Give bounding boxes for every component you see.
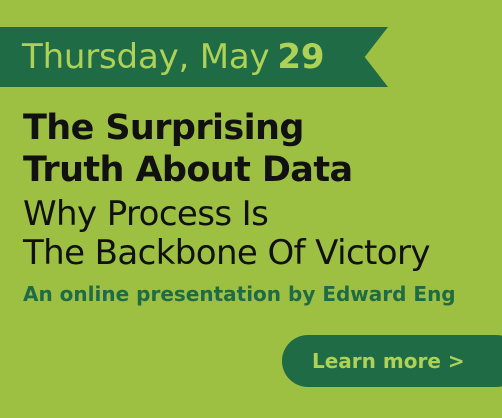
subtitle: Why Process Is The Backbone Of Victory	[23, 195, 430, 273]
date-number: 29	[277, 37, 325, 77]
byline: An online presentation by Edward Eng	[23, 282, 456, 306]
date-day-text: Thursday, May	[22, 37, 270, 77]
headline-line-1: The Surprising	[23, 108, 304, 148]
headline-line-2: Truth About Data	[23, 150, 353, 190]
subtitle-line-1: Why Process Is	[23, 194, 269, 234]
headline: The Surprising Truth About Data	[23, 107, 353, 191]
learn-more-button[interactable]: Learn more >	[282, 335, 502, 387]
date-banner: Thursday, May 29	[0, 27, 388, 87]
subtitle-line-2: The Backbone Of Victory	[23, 233, 430, 273]
